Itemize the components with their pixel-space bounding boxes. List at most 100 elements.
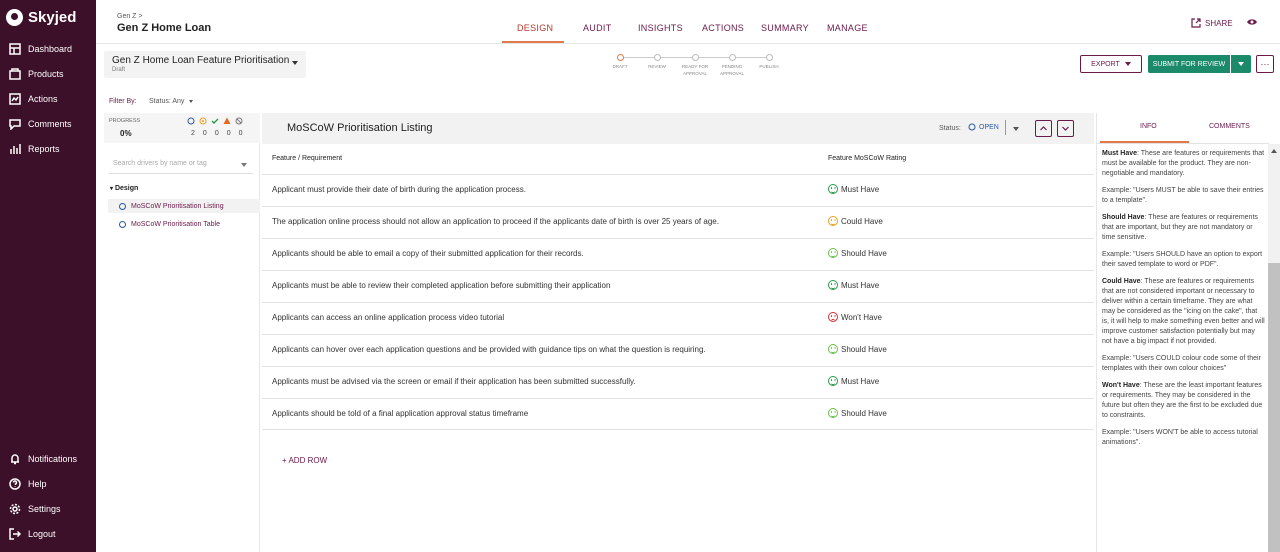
table-row[interactable]: Applicants can access an online applicat… [262,302,1094,334]
info-paragraph: Should Have: These are features or requi… [1102,213,1265,243]
sidebar: Skyjed Dashboard Products Actions Commen… [0,0,96,552]
sidebar-item-products[interactable]: Products [9,68,64,80]
rating-label: Must Have [841,280,880,290]
rating-cell[interactable]: Should Have [828,248,887,258]
sidebar-item-label: Actions [28,94,58,104]
rating-cell[interactable]: Should Have [828,408,887,418]
active-tab-indicator [502,41,564,43]
submit-options-button[interactable] [1231,55,1251,73]
rating-face-icon [828,408,838,418]
scrollbar-thumb[interactable] [1268,263,1280,552]
bell-icon [11,454,19,465]
tab-info[interactable]: INFO [1140,123,1157,130]
requirement-text: Applicant must provide their date of bir… [272,185,526,194]
rating-cell[interactable]: Must Have [828,376,879,386]
sidebar-item-notifications[interactable]: Notifications [9,453,77,465]
sidebar-item-label: Help [28,479,47,489]
rating-label: Should Have [841,408,887,418]
chevron-down-icon [292,61,298,65]
info-term: Must Have [1102,150,1138,157]
brand-logo[interactable]: Skyjed [6,9,76,26]
tree-group-design[interactable]: ▾ Design [110,185,138,192]
sidebar-item-comments[interactable]: Comments [9,118,72,130]
rating-face-icon [828,344,838,354]
sidebar-item-label: Reports [28,144,60,154]
rating-face-icon [828,184,838,194]
chevron-down-icon [1238,62,1244,66]
info-paragraph: Example: "Users MUST be able to save the… [1102,186,1265,206]
section-header: MoSCoW Prioritisation Listing Status: OP… [262,113,1094,144]
driver-search-input[interactable]: Search drivers by name or tag [113,160,251,167]
filter-label: Filter By: [109,98,137,105]
rating-cell[interactable]: Could Have [828,216,883,226]
table-row[interactable]: Applicants should be told of a final app… [262,398,1094,430]
status-value: OPEN [979,123,999,131]
sidebar-item-actions[interactable]: Actions [9,93,58,105]
divider [1005,120,1006,135]
previous-section-button[interactable] [1035,120,1052,137]
tab-actions[interactable]: ACTIONS [702,23,744,33]
more-options-button[interactable]: ··· [1256,55,1274,73]
info-term: Won't Have [1102,382,1140,389]
chevron-down-icon [241,163,247,167]
count-warning: 0 [226,130,231,137]
logout-icon [9,528,21,540]
submit-for-review-button[interactable]: SUBMIT FOR REVIEW [1148,55,1230,73]
step-draft: DRAFT [600,52,640,70]
sidebar-item-dashboard[interactable]: Dashboard [9,43,72,55]
rating-cell[interactable]: Must Have [828,280,879,290]
column-header-rating: Feature MoSCoW Rating [828,155,907,162]
column-header-feature: Feature / Requirement [272,155,343,162]
tab-comments[interactable]: COMMENTS [1209,123,1250,130]
next-section-button[interactable] [1057,120,1074,137]
document-selector[interactable]: Gen Z Home Loan Feature Prioritisation D… [104,51,306,78]
table-row[interactable]: The application online process should no… [262,206,1094,238]
check-icon [211,118,219,124]
table-row[interactable]: Applicants should be able to email a cop… [262,238,1094,270]
tab-design[interactable]: DESIGN [517,23,553,33]
rating-cell[interactable]: Should Have [828,344,887,354]
add-row-button[interactable]: + ADD ROW [282,456,327,465]
tree-item-moscow-listing[interactable]: MoSCoW Prioritisation Listing [108,199,260,213]
table-row[interactable]: Applicant must provide their date of bir… [262,174,1094,206]
blocked-icon [235,117,243,125]
status-dropdown-icon[interactable] [1013,127,1019,131]
breadcrumb[interactable]: Gen Z > [117,13,142,20]
tree-item-moscow-table[interactable]: MoSCoW Prioritisation Table [108,217,260,231]
tab-summary[interactable]: SUMMARY [761,23,809,33]
gear-icon [9,503,21,515]
info-panel: INFO COMMENTS Must Have: These are featu… [1096,113,1269,552]
requirement-text: The application online process should no… [272,217,719,226]
tab-audit[interactable]: AUDIT [583,23,612,33]
count-open: 2 [191,130,195,137]
info-term: Should Have [1102,214,1145,221]
share-icon [1191,18,1201,28]
share-button[interactable]: SHARE [1191,18,1233,28]
sidebar-item-help[interactable]: Help [9,478,47,490]
brand-name: Skyjed [28,9,77,26]
rating-face-icon [828,248,838,258]
sidebar-item-logout[interactable]: Logout [9,528,56,540]
preview-eye-icon[interactable] [1246,17,1258,27]
rating-face-icon [828,216,838,226]
sidebar-item-label: Logout [28,529,56,539]
reports-icon [10,144,21,154]
status-badge[interactable]: OPEN [968,123,999,131]
tab-insights[interactable]: INSIGHTS [638,23,683,33]
status-filter-dropdown[interactable]: Status: Any [149,98,194,105]
rating-cell[interactable]: Must Have [828,184,879,194]
divider [109,173,253,174]
rating-cell[interactable]: Won't Have [828,312,882,322]
sidebar-item-reports[interactable]: Reports [9,143,60,155]
scroll-up-icon[interactable] [1271,149,1277,153]
sidebar-item-settings[interactable]: Settings [9,503,61,515]
export-button[interactable]: EXPORT [1080,55,1142,73]
info-text: Example: "Users WON'T be able to access … [1102,429,1258,446]
table-row[interactable]: Applicants must be able to review their … [262,270,1094,302]
tab-manage[interactable]: MANAGE [827,23,868,33]
table-row[interactable]: Applicants can hover over each applicati… [262,334,1094,366]
requirement-text: Applicants should be able to email a cop… [272,249,584,258]
table-row[interactable]: Applicants must be advised via the scree… [262,366,1094,398]
sidebar-item-label: Dashboard [28,44,73,54]
progress-label: PROGRESS [109,118,141,124]
